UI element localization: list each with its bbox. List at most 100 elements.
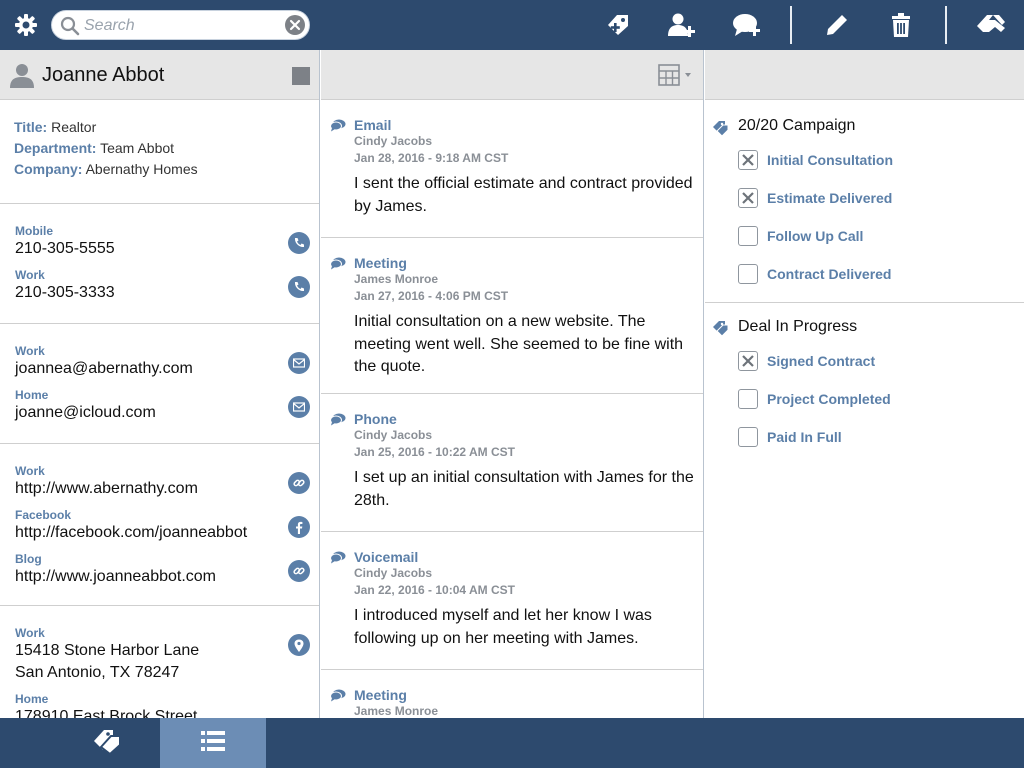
activity-body: Initial consultation on a new website. T… <box>354 313 684 375</box>
department-row: Department: Team Abbot <box>14 140 175 156</box>
email-value[interactable]: joannea@abernathy.com <box>15 358 319 380</box>
checkbox-checked[interactable] <box>738 188 758 208</box>
checklist-header <box>705 50 1024 100</box>
tags-tab[interactable] <box>56 718 160 768</box>
phone-value[interactable]: 210-305-3333 <box>15 282 319 304</box>
tags-icon <box>92 727 124 760</box>
list-tab[interactable] <box>160 718 266 768</box>
task-label: Project Completed <box>767 391 891 407</box>
checkbox-checked[interactable] <box>738 150 758 170</box>
person-add-icon[interactable] <box>664 0 700 50</box>
person-icon <box>9 62 35 93</box>
comment-icon <box>330 119 346 137</box>
task-item[interactable]: Signed Contract <box>738 351 875 371</box>
tags-icon <box>712 319 730 342</box>
activity-body: I set up an initial consultation with Ja… <box>354 469 694 509</box>
clear-search-icon[interactable] <box>284 14 306 41</box>
table-view-icon[interactable] <box>658 64 696 91</box>
activity-author: Cindy Jacobs <box>354 134 433 148</box>
website-label: Work <box>15 464 45 478</box>
address-label: Work <box>15 626 45 640</box>
contact-panel: Joanne Abbot Title: Realtor Department: … <box>0 50 320 718</box>
phone-icon[interactable] <box>288 276 310 298</box>
map-pin-icon[interactable] <box>288 634 310 656</box>
handshake-icon[interactable] <box>972 0 1010 50</box>
phone-icon[interactable] <box>288 232 310 254</box>
phone-label: Mobile <box>15 224 53 238</box>
top-toolbar <box>0 0 1024 50</box>
activity-type: Meeting <box>354 255 407 271</box>
activity-panel: Email Cindy Jacobs Jan 28, 2016 - 9:18 A… <box>321 50 704 718</box>
phone-value[interactable]: 210-305-5555 <box>15 238 319 260</box>
gear-icon[interactable] <box>11 0 41 50</box>
select-contact-button[interactable] <box>292 67 310 85</box>
task-item[interactable]: Paid In Full <box>738 427 842 447</box>
envelope-icon[interactable] <box>288 396 310 418</box>
email-label: Work <box>15 344 45 358</box>
comment-icon <box>330 257 346 275</box>
task-item[interactable]: Project Completed <box>738 389 891 409</box>
search-input[interactable] <box>84 15 279 37</box>
facebook-icon[interactable] <box>288 516 310 538</box>
checklist-title: Deal In Progress <box>738 318 858 335</box>
address-line[interactable]: 178910 East Brock Street <box>15 706 319 718</box>
search-box <box>51 10 310 40</box>
search-icon <box>60 16 80 41</box>
address-section: Work 15418 Stone Harbor Lane San Antonio… <box>0 606 319 718</box>
checkbox-unchecked[interactable] <box>738 226 758 246</box>
task-item[interactable]: Initial Consultation <box>738 150 893 170</box>
checkbox-checked[interactable] <box>738 351 758 371</box>
activity-author: James Monroe <box>354 272 439 286</box>
company-row: Company: Abernathy Homes <box>14 161 198 177</box>
activity-type: Email <box>354 117 392 133</box>
task-item[interactable]: Contract Delivered <box>738 264 891 284</box>
email-value[interactable]: joanne@icloud.com <box>15 402 319 424</box>
task-label: Estimate Delivered <box>767 190 893 206</box>
activity-item[interactable]: Email Cindy Jacobs Jan 28, 2016 - 9:18 A… <box>321 100 703 238</box>
phone-section: Mobile 210-305-5555 Work 210-305-3333 <box>0 204 319 324</box>
bottom-tab-bar <box>0 718 1024 768</box>
activity-type: Voicemail <box>354 549 419 565</box>
activity-item[interactable]: Phone Cindy Jacobs Jan 25, 2016 - 10:22 … <box>321 394 703 532</box>
activity-author: James Monroe <box>354 704 439 718</box>
toolbar-divider <box>945 6 947 44</box>
website-value[interactable]: http://facebook.com/joanneabbot <box>15 522 319 544</box>
email-section: Work joannea@abernathy.com Home joanne@i… <box>0 324 319 444</box>
envelope-icon[interactable] <box>288 352 310 374</box>
activity-body: I introduced myself and let her know I w… <box>354 607 652 647</box>
activity-timestamp: Jan 28, 2016 - 9:18 AM CST <box>354 151 509 165</box>
toolbar-divider <box>790 6 792 44</box>
comment-add-icon[interactable] <box>729 0 765 50</box>
task-label: Paid In Full <box>767 429 842 445</box>
contact-details: Title: Realtor Department: Team Abbot Co… <box>0 100 319 204</box>
address-line[interactable]: 15418 Stone Harbor Lane <box>15 640 319 662</box>
link-icon[interactable] <box>288 560 310 582</box>
activity-item[interactable]: Meeting James Monroe Jan 27, 2016 - 4:06… <box>321 238 703 394</box>
task-label: Initial Consultation <box>767 152 893 168</box>
task-item[interactable]: Estimate Delivered <box>738 188 892 208</box>
activity-timestamp: Jan 25, 2016 - 10:22 AM CST <box>354 445 515 459</box>
activity-body: I sent the official estimate and contrac… <box>354 175 693 215</box>
task-item[interactable]: Follow Up Call <box>738 226 863 246</box>
checkbox-unchecked[interactable] <box>738 389 758 409</box>
website-label: Facebook <box>15 508 72 522</box>
pencil-icon[interactable] <box>821 0 853 50</box>
website-value[interactable]: http://www.joanneabbot.com <box>15 566 319 588</box>
trash-icon[interactable] <box>886 0 916 50</box>
checklist-title: 20/20 Campaign <box>738 117 856 134</box>
link-icon[interactable] <box>288 472 310 494</box>
tag-add-icon[interactable] <box>601 0 635 50</box>
title-row: Title: Realtor <box>14 119 97 135</box>
activity-timestamp: Jan 27, 2016 - 4:06 PM CST <box>354 289 509 303</box>
address-line[interactable]: San Antonio, TX 78247 <box>15 662 319 684</box>
checklist-group: Deal In Progress Signed Contract Project… <box>705 303 1024 483</box>
activity-item[interactable]: Meeting James Monroe <box>321 670 703 718</box>
email-label: Home <box>15 388 49 402</box>
checkbox-unchecked[interactable] <box>738 264 758 284</box>
checklist-panel: 20/20 Campaign Initial Consultation Esti… <box>705 50 1024 718</box>
contact-header: Joanne Abbot <box>0 50 319 100</box>
checkbox-unchecked[interactable] <box>738 427 758 447</box>
activity-item[interactable]: Voicemail Cindy Jacobs Jan 22, 2016 - 10… <box>321 532 703 670</box>
activity-type: Meeting <box>354 687 407 703</box>
website-value[interactable]: http://www.abernathy.com <box>15 478 319 500</box>
